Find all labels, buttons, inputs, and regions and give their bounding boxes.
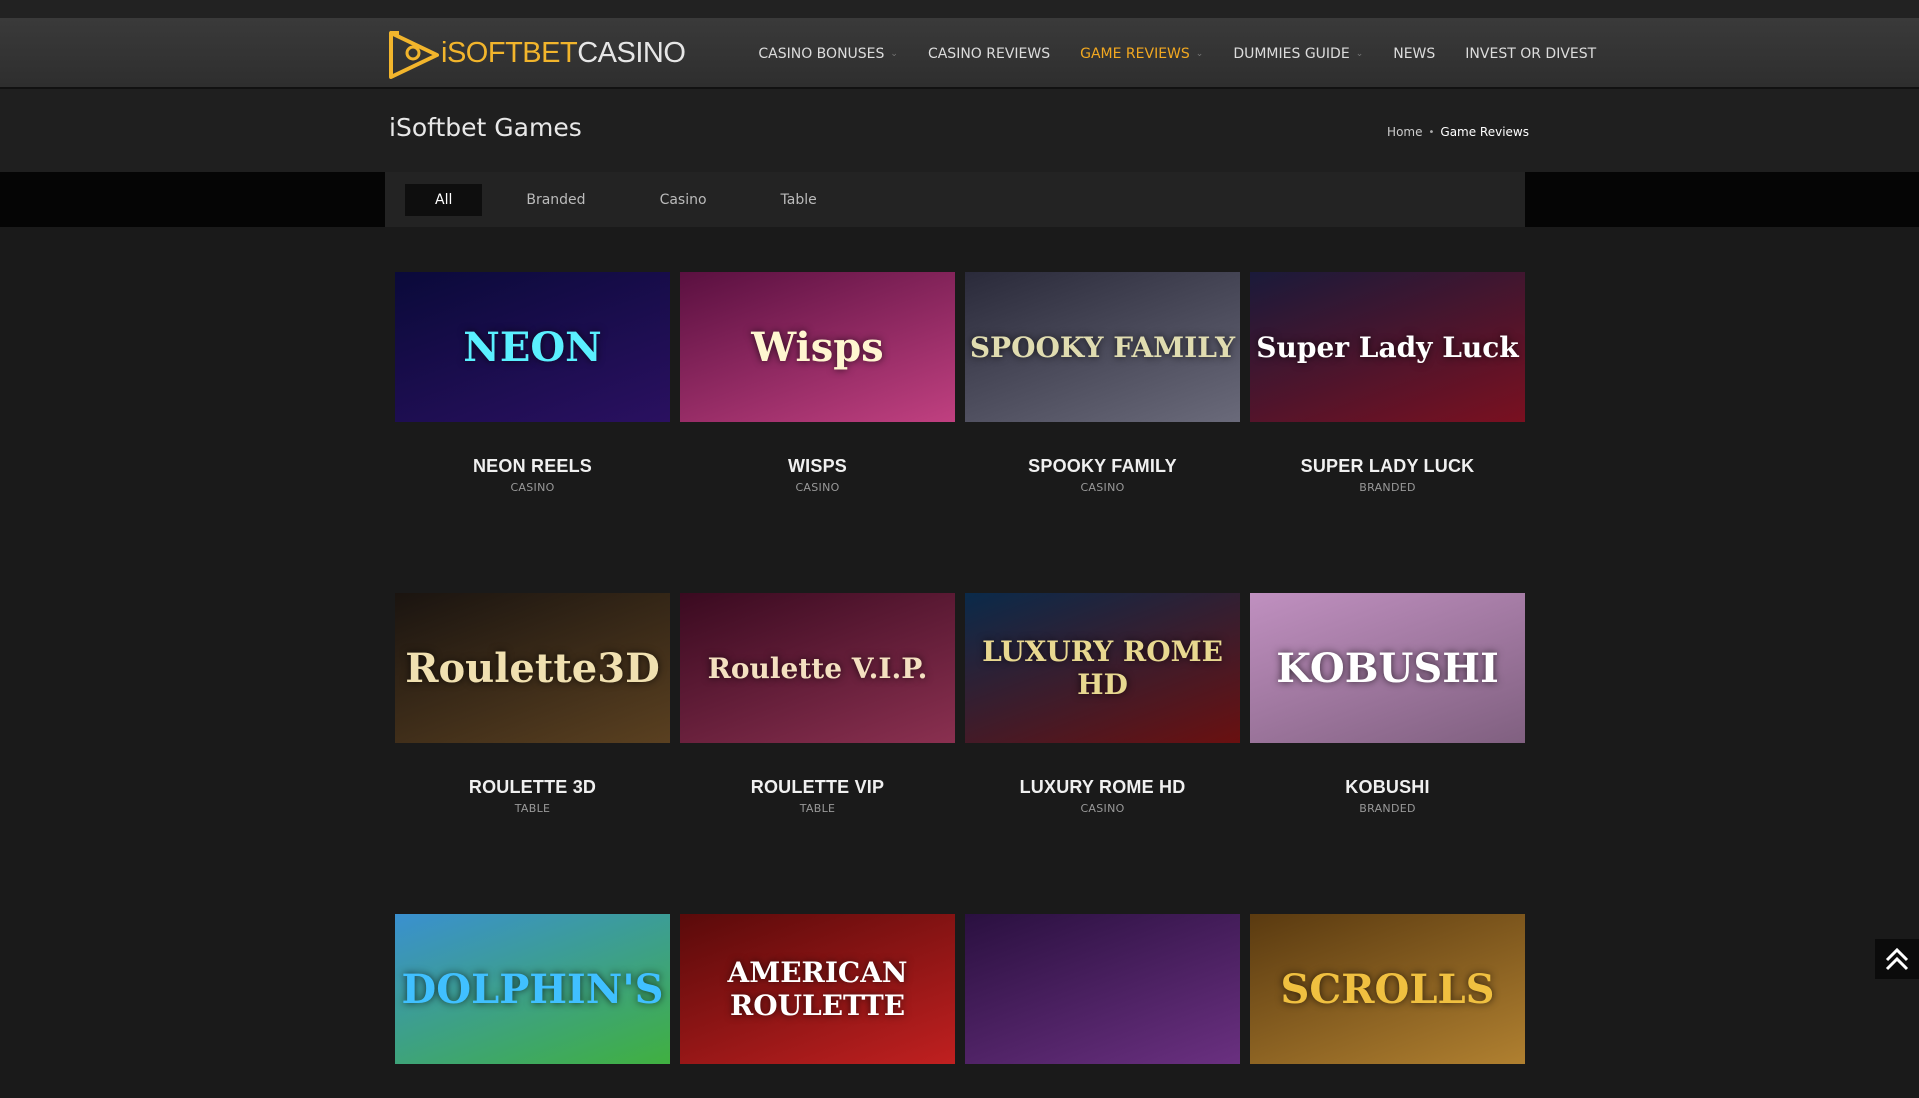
- game-thumbnail-art-text: Roulette V.I.P.: [708, 652, 928, 685]
- game-category: CASINO: [680, 481, 955, 494]
- game-thumbnail[interactable]: Roulette V.I.P.: [680, 593, 955, 743]
- chevron-down-icon: ⌄: [1356, 49, 1364, 59]
- nav-item-dummies-guide[interactable]: DUMMIES GUIDE ⌄: [1218, 46, 1378, 62]
- game-thumbnail[interactable]: Roulette3D: [395, 593, 670, 743]
- game-thumbnail[interactable]: LUXURY ROME HD: [965, 593, 1240, 743]
- game-thumbnail-art-text: LUXURY ROME HD: [965, 635, 1240, 701]
- game-thumbnail-art-text: AMERICAN ROULETTE: [680, 956, 955, 1022]
- scroll-to-top-button[interactable]: [1875, 939, 1919, 979]
- game-category: TABLE: [395, 802, 670, 815]
- game-thumbnail-art-text: SPOOKY FAMILY: [970, 331, 1235, 364]
- game-thumbnail[interactable]: AMERICAN ROULETTE: [680, 914, 955, 1064]
- filter-casino[interactable]: Casino: [630, 184, 737, 216]
- nav-item-label: DUMMIES GUIDE: [1233, 46, 1349, 62]
- nav-item-news[interactable]: NEWS: [1378, 46, 1450, 62]
- game-thumbnail[interactable]: NEON: [395, 272, 670, 422]
- game-title[interactable]: SUPER LADY LUCK: [1250, 456, 1525, 477]
- nav-item-label: CASINO BONUSES: [758, 46, 884, 62]
- logo-mark-icon: [389, 29, 439, 79]
- game-title[interactable]: LUXURY ROME HD: [965, 777, 1240, 798]
- nav-item-label: NEWS: [1393, 46, 1435, 62]
- nav-item-casino-reviews[interactable]: CASINO REVIEWS: [913, 46, 1065, 62]
- game-thumbnail[interactable]: Super Lady Luck: [1250, 272, 1525, 422]
- game-thumbnail-art-text: NEON: [463, 324, 601, 371]
- filter-branded[interactable]: Branded: [496, 184, 615, 216]
- game-card[interactable]: Super Lady Luck SUPER LADY LUCK BRANDED: [1250, 272, 1525, 494]
- game-card[interactable]: KOBUSHI KOBUSHI BRANDED: [1250, 593, 1525, 815]
- game-title[interactable]: SPOOKY FAMILY: [965, 456, 1240, 477]
- breadcrumb-current: Game Reviews: [1440, 125, 1529, 139]
- game-title[interactable]: NEON REELS: [395, 456, 670, 477]
- game-card[interactable]: Wisps WISPS CASINO: [680, 272, 955, 494]
- main-nav: CASINO BONUSES ⌄ CASINO REVIEWS GAME REVIEW…: [743, 46, 1611, 62]
- game-thumbnail[interactable]: [965, 914, 1240, 1064]
- game-card[interactable]: LUXURY ROME HD LUXURY ROME HD CASINO: [965, 593, 1240, 815]
- game-card[interactable]: NEON NEON REELS CASINO: [395, 272, 670, 494]
- filter-bar: All Branded Casino Table: [385, 172, 1525, 227]
- chevron-down-icon: ⌄: [890, 49, 898, 59]
- game-thumbnail-art-text: Super Lady Luck: [1256, 331, 1518, 364]
- nav-item-casino-bonuses[interactable]: CASINO BONUSES ⌄: [743, 46, 913, 62]
- filter-table[interactable]: Table: [751, 184, 847, 216]
- game-thumbnail[interactable]: DOLPHIN'S: [395, 914, 670, 1064]
- site-logo[interactable]: iSOFTBETCASINO: [389, 29, 685, 79]
- breadcrumb-home-link[interactable]: Home: [1387, 125, 1422, 139]
- chevron-down-icon: ⌄: [1196, 49, 1204, 59]
- logo-text: iSOFTBETCASINO: [441, 37, 685, 70]
- game-thumbnail[interactable]: Wisps: [680, 272, 955, 422]
- title-bar: iSoftbet Games Home • Game Reviews: [0, 89, 1919, 172]
- game-title[interactable]: KOBUSHI: [1250, 777, 1525, 798]
- nav-item-label: CASINO REVIEWS: [928, 46, 1050, 62]
- breadcrumb: Home • Game Reviews: [1387, 125, 1529, 139]
- nav-item-game-reviews[interactable]: GAME REVIEWS ⌄: [1065, 46, 1218, 62]
- game-thumbnail-art-text: KOBUSHI: [1276, 645, 1499, 692]
- game-card[interactable]: SCROLLS: [1250, 914, 1525, 1098]
- nav-item-label: INVEST OR DIVEST: [1465, 46, 1596, 62]
- game-thumbnail[interactable]: SPOOKY FAMILY: [965, 272, 1240, 422]
- game-category: BRANDED: [1250, 481, 1525, 494]
- nav-item-label: GAME REVIEWS: [1080, 46, 1190, 62]
- game-card[interactable]: SPOOKY FAMILY SPOOKY FAMILY CASINO: [965, 272, 1240, 494]
- game-title[interactable]: ROULETTE VIP: [680, 777, 955, 798]
- site-header: iSOFTBETCASINO CASINO BONUSES ⌄ CASINO REV…: [0, 18, 1919, 89]
- game-card[interactable]: AMERICAN ROULETTE: [680, 914, 955, 1098]
- game-title[interactable]: WISPS: [680, 456, 955, 477]
- double-chevron-up-icon: [1884, 946, 1910, 972]
- game-thumbnail-art-text: Wisps: [751, 324, 883, 371]
- game-title[interactable]: ROULETTE 3D: [395, 777, 670, 798]
- game-category: CASINO: [965, 802, 1240, 815]
- game-thumbnail-art-text: Roulette3D: [405, 645, 660, 692]
- game-category: CASINO: [965, 481, 1240, 494]
- game-card[interactable]: [965, 914, 1240, 1098]
- page-title: iSoftbet Games: [389, 113, 582, 142]
- game-card[interactable]: DOLPHIN'S: [395, 914, 670, 1098]
- game-card[interactable]: Roulette V.I.P. ROULETTE VIP TABLE: [680, 593, 955, 815]
- top-strip: [0, 0, 1919, 18]
- game-category: CASINO: [395, 481, 670, 494]
- game-thumbnail-art-text: SCROLLS: [1281, 966, 1495, 1013]
- breadcrumb-separator: •: [1428, 127, 1434, 138]
- game-thumbnail[interactable]: SCROLLS: [1250, 914, 1525, 1064]
- game-thumbnail-art-text: DOLPHIN'S: [402, 966, 664, 1013]
- nav-item-invest-or-divest[interactable]: INVEST OR DIVEST: [1450, 46, 1611, 62]
- game-card[interactable]: Roulette3D ROULETTE 3D TABLE: [395, 593, 670, 815]
- game-category: BRANDED: [1250, 802, 1525, 815]
- filter-wrap: All Branded Casino Table: [0, 172, 1919, 227]
- filter-all[interactable]: All: [405, 184, 482, 216]
- game-thumbnail[interactable]: KOBUSHI: [1250, 593, 1525, 743]
- game-category: TABLE: [680, 802, 955, 815]
